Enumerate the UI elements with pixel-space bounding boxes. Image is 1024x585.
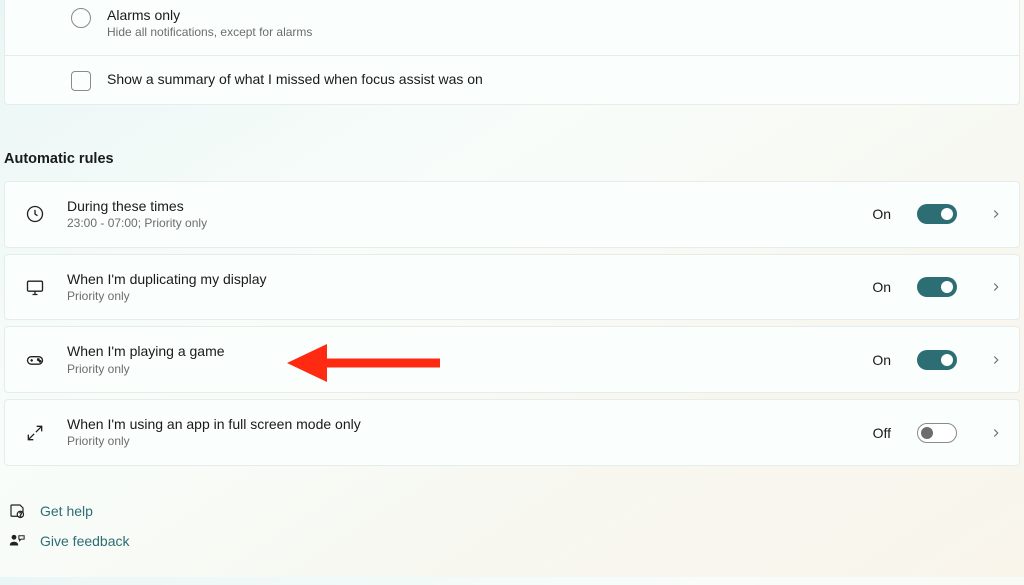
rule-duplicating-display[interactable]: When I'm duplicating my display Priority…	[4, 254, 1020, 321]
chevron-right-icon	[989, 280, 1003, 294]
checkbox-icon[interactable]	[71, 71, 91, 91]
toggle-state-label: Off	[873, 425, 891, 441]
option-alarms-only[interactable]: Alarms only Hide all notifications, exce…	[5, 0, 1019, 55]
option-desc: Hide all notifications, except for alarm…	[107, 25, 312, 41]
get-help-link[interactable]: Get help	[8, 496, 1024, 526]
toggle-switch[interactable]	[917, 277, 957, 297]
chevron-right-icon	[989, 353, 1003, 367]
rule-desc: Priority only	[67, 289, 850, 305]
rule-during-times[interactable]: During these times 23:00 - 07:00; Priori…	[4, 181, 1020, 248]
toggle-switch[interactable]	[917, 423, 957, 443]
focus-mode-options: Alarms only Hide all notifications, exce…	[4, 0, 1020, 105]
chevron-right-icon	[989, 426, 1003, 440]
section-heading-automatic-rules: Automatic rules	[4, 151, 1024, 167]
toggle-switch[interactable]	[917, 204, 957, 224]
toggle-state-label: On	[872, 206, 891, 222]
chevron-right-icon	[989, 207, 1003, 221]
rule-title: When I'm duplicating my display	[67, 270, 850, 288]
monitor-icon	[25, 277, 45, 297]
toggle-state-label: On	[872, 279, 891, 295]
help-icon	[8, 502, 26, 520]
toggle-state-label: On	[872, 352, 891, 368]
radio-icon[interactable]	[71, 8, 91, 28]
option-title: Alarms only	[107, 6, 312, 24]
link-label: Get help	[40, 503, 93, 519]
gamepad-icon	[25, 350, 45, 370]
rule-title: When I'm playing a game	[67, 342, 850, 360]
footer-links: Get help Give feedback	[8, 496, 1024, 556]
feedback-icon	[8, 532, 26, 550]
toggle-switch[interactable]	[917, 350, 957, 370]
give-feedback-link[interactable]: Give feedback	[8, 526, 1024, 556]
rule-desc: 23:00 - 07:00; Priority only	[67, 216, 850, 232]
rule-desc: Priority only	[67, 362, 850, 378]
option-show-summary[interactable]: Show a summary of what I missed when foc…	[5, 55, 1019, 104]
rule-title: During these times	[67, 197, 850, 215]
clock-icon	[25, 204, 45, 224]
rule-title: When I'm using an app in full screen mod…	[67, 415, 851, 433]
rule-desc: Priority only	[67, 434, 851, 450]
link-label: Give feedback	[40, 533, 130, 549]
rule-playing-game[interactable]: When I'm playing a game Priority only On	[4, 326, 1020, 393]
fullscreen-icon	[25, 423, 45, 443]
option-title: Show a summary of what I missed when foc…	[107, 70, 483, 88]
rule-fullscreen-app[interactable]: When I'm using an app in full screen mod…	[4, 399, 1020, 466]
